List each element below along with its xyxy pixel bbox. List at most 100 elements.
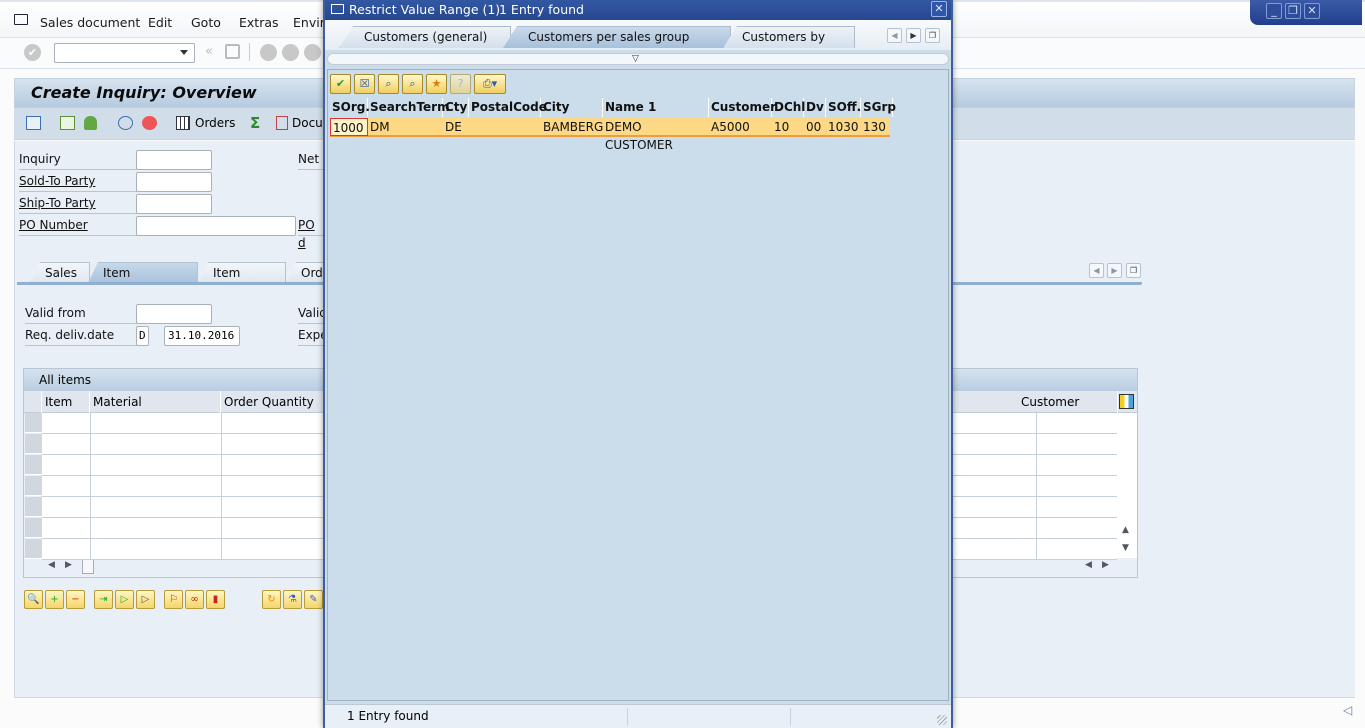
select-all-icon[interactable]: ⇥ xyxy=(94,590,113,609)
scroll-up-icon[interactable]: ▲ xyxy=(1122,525,1129,535)
copy-icon[interactable]: ✔ xyxy=(330,74,351,94)
insert-row-icon[interactable]: + xyxy=(45,590,64,609)
minimize-icon[interactable]: _ xyxy=(1266,3,1282,19)
back-nav-icon[interactable] xyxy=(260,44,277,61)
row-selector[interactable] xyxy=(25,476,42,496)
dialog-cell[interactable]: DM xyxy=(368,118,443,136)
valid-from-field[interactable] xyxy=(136,304,212,324)
row-selector[interactable] xyxy=(25,455,42,475)
tab-scroll-right-icon[interactable]: ▶ xyxy=(1107,263,1122,278)
document-flow-item-icon[interactable]: ⚐ xyxy=(164,590,183,609)
item-details-icon[interactable]: 🔍 xyxy=(24,590,43,609)
row-selector[interactable] xyxy=(25,539,42,559)
po-date-label[interactable]: PO d xyxy=(298,216,324,250)
reject-icon[interactable] xyxy=(142,116,157,130)
resize-grip[interactable] xyxy=(937,715,947,725)
sold-to-party-field[interactable] xyxy=(136,172,212,192)
find-icon[interactable]: ⌕ xyxy=(378,74,399,94)
scroll-right-end-icon[interactable]: ▶ xyxy=(1102,560,1109,570)
dialog-column-header[interactable]: SearchTerm xyxy=(368,98,450,117)
menu-goto[interactable]: Goto xyxy=(191,15,221,30)
display-item-icon[interactable]: ∞ xyxy=(185,590,204,609)
column-header-material[interactable]: Material xyxy=(90,391,221,413)
dialog-cell[interactable]: 1030 xyxy=(826,118,861,136)
command-field[interactable] xyxy=(54,43,195,63)
add-favorite-icon[interactable]: ★ xyxy=(426,74,447,94)
dialog-tab-list-icon[interactable]: ❐ xyxy=(925,28,940,43)
dialog-column-header[interactable]: PostalCode xyxy=(469,98,547,117)
row-selector[interactable] xyxy=(25,497,42,517)
column-header-customer-material[interactable]: Customer Material xyxy=(1018,391,1118,431)
po-number-label[interactable]: PO Number xyxy=(19,216,137,236)
dialog-cell[interactable]: 10 xyxy=(772,118,804,136)
scroll-left-end-icon[interactable]: ◀ xyxy=(1085,560,1092,570)
scroll-down-icon[interactable]: ▼ xyxy=(1122,543,1129,553)
dialog-cell[interactable]: DEMO CUSTOMER xyxy=(603,118,709,152)
column-header-item[interactable]: Item xyxy=(42,391,90,413)
document-flow-button[interactable]: Docu xyxy=(292,116,323,130)
help-icon[interactable]: ? xyxy=(450,74,471,94)
horizontal-scroll-thumb[interactable] xyxy=(82,559,94,574)
header-icon[interactable] xyxy=(60,116,75,130)
dialog-column-header[interactable]: DChl xyxy=(772,98,805,117)
row-selector[interactable] xyxy=(25,413,42,433)
table-settings-icon[interactable] xyxy=(1119,394,1134,409)
ship-to-party-label[interactable]: Ship-To Party xyxy=(19,194,137,214)
dialog-close-icon[interactable]: ✕ xyxy=(931,1,947,17)
edit-icon[interactable]: ✎ xyxy=(304,590,323,609)
inquiry-field[interactable] xyxy=(136,150,212,170)
row-selector[interactable] xyxy=(25,518,42,538)
dialog-tab-left-icon[interactable]: ◀ xyxy=(887,28,902,43)
dialog-menu-icon[interactable] xyxy=(331,4,344,14)
req-deliv-date-field[interactable]: 31.10.2016 xyxy=(164,326,240,346)
scroll-left-icon[interactable]: ◀ xyxy=(48,560,55,570)
chevron-down-icon[interactable] xyxy=(180,50,188,55)
result-row[interactable]: 1000 DM DE BAMBERG DEMO CUSTOMER A5000 10 00 103… xyxy=(330,118,890,152)
exit-icon[interactable] xyxy=(282,44,299,61)
dialog-cell[interactable]: 00 xyxy=(804,118,826,136)
dialog-column-header[interactable]: Customer xyxy=(709,98,776,117)
vertical-scrollbar[interactable]: ▲ ▼ xyxy=(1117,413,1137,558)
orders-button[interactable]: Orders xyxy=(195,116,235,130)
dialog-tab-right-icon[interactable]: ▶ xyxy=(906,28,921,43)
availability-icon[interactable] xyxy=(118,116,133,130)
tab-item-detail[interactable]: Item detail xyxy=(198,262,286,283)
dialog-column-header[interactable]: SGrp xyxy=(861,98,896,117)
dialog-column-header[interactable]: Dv xyxy=(804,98,826,117)
dialog-cell[interactable]: BAMBERG xyxy=(541,118,603,136)
sold-to-party-label[interactable]: Sold-To Party xyxy=(19,172,137,192)
close-window-icon[interactable]: ✕ xyxy=(1304,3,1320,19)
system-menu-icon[interactable] xyxy=(14,14,28,25)
tab-customers-per-sales-group[interactable]: Customers per sales group xyxy=(503,26,731,48)
save-icon[interactable] xyxy=(225,44,240,59)
delete-row-icon[interactable]: − xyxy=(66,590,85,609)
refresh-icon[interactable]: ↻ xyxy=(262,590,281,609)
dialog-cell[interactable] xyxy=(469,118,541,136)
select-block-icon[interactable]: ▷ xyxy=(115,590,134,609)
back-icon[interactable]: « xyxy=(205,44,213,59)
batch-icon[interactable]: ⚗ xyxy=(283,590,302,609)
cancel-icon[interactable]: ☒ xyxy=(354,74,375,94)
expand-criteria-icon[interactable]: ▽ xyxy=(632,54,639,64)
req-deliv-date-unit-field[interactable]: D xyxy=(136,326,149,346)
scroll-right-icon[interactable]: ▶ xyxy=(65,560,72,570)
tab-customers-by-address[interactable]: Customers by Add... xyxy=(723,26,855,48)
chart-icon[interactable]: ▮ xyxy=(206,590,225,609)
collapse-sidebar-icon[interactable]: ◁ xyxy=(1343,703,1352,717)
dialog-column-header[interactable]: Name 1 xyxy=(603,98,709,117)
po-number-field[interactable] xyxy=(136,216,296,236)
restore-icon[interactable]: ❐ xyxy=(1285,3,1301,19)
splitter-bar[interactable]: ▽ xyxy=(327,53,949,65)
tab-customers-general[interactable]: Customers (general) xyxy=(339,26,511,48)
dialog-column-header[interactable]: SOff. xyxy=(826,98,861,117)
sum-icon[interactable]: Σ xyxy=(250,114,260,132)
dialog-cell[interactable]: A5000 xyxy=(709,118,772,136)
select-all-cell[interactable] xyxy=(24,391,42,413)
tab-item-overview[interactable]: Item overview xyxy=(88,262,198,283)
tab-scroll-left-icon[interactable]: ◀ xyxy=(1089,263,1104,278)
find-next-icon[interactable]: ⌕ xyxy=(402,74,423,94)
dialog-cell[interactable]: 1000 xyxy=(330,118,368,136)
dialog-column-header[interactable]: SOrg. xyxy=(330,98,370,117)
cancel-icon[interactable] xyxy=(304,44,321,61)
enter-icon[interactable]: ✔ xyxy=(24,44,41,61)
